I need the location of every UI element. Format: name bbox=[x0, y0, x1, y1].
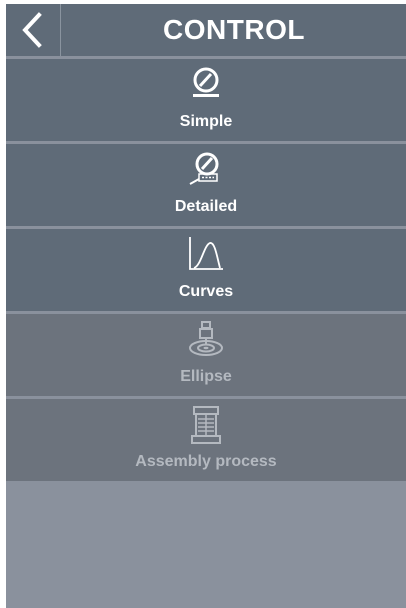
menu-item-detailed[interactable]: Detailed bbox=[6, 144, 406, 226]
menu-item-label: Curves bbox=[178, 283, 234, 300]
back-button[interactable] bbox=[6, 4, 61, 56]
menu-item-assembly-process: Assembly process bbox=[6, 399, 406, 481]
menu-item-ellipse: Ellipse bbox=[6, 314, 406, 396]
page-title: CONTROL bbox=[163, 14, 305, 45]
control-menu: Simple Detailed Curves Ellipse Assembly … bbox=[6, 59, 406, 484]
menu-item-simple[interactable]: Simple bbox=[6, 59, 406, 141]
curve-graph-icon bbox=[189, 237, 223, 270]
control-panel: CONTROL Simple Detailed Curves Ellipse A… bbox=[6, 4, 406, 608]
gauge-icon bbox=[193, 67, 219, 97]
menu-item-label: Assembly process bbox=[135, 453, 277, 470]
menu-item-label: Ellipse bbox=[180, 368, 232, 385]
menu-item-curves[interactable]: Curves bbox=[6, 229, 406, 311]
ellipse-target-icon bbox=[189, 321, 223, 356]
assembly-clamp-icon bbox=[191, 406, 221, 444]
header-bar: CONTROL bbox=[6, 4, 406, 56]
menu-item-label: Detailed bbox=[174, 198, 238, 215]
gauge-magnifier-icon bbox=[189, 152, 219, 185]
menu-item-label: Simple bbox=[179, 113, 233, 130]
chevron-left-icon bbox=[22, 12, 42, 48]
